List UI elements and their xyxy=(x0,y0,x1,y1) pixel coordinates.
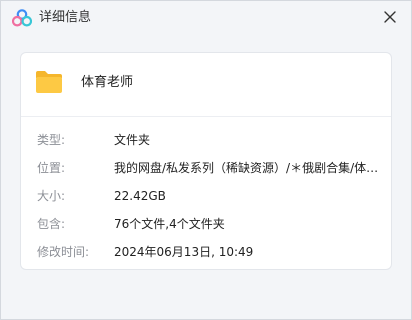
location-label: 位置: xyxy=(37,161,66,175)
folder-name: 体育老师 xyxy=(81,75,134,90)
modified-value: 2024年06月13日, 10:49 xyxy=(114,245,254,259)
info-row-contains: 包含: 76个文件,4个文件夹 xyxy=(21,215,391,235)
contains-label: 包含: xyxy=(37,217,66,231)
folder-icon xyxy=(36,71,62,93)
info-row-modified: 修改时间: 2024年06月13日, 10:49 xyxy=(21,243,391,263)
type-label: 类型: xyxy=(37,133,66,147)
size-value: 22.42GB xyxy=(114,189,166,203)
location-value[interactable]: 我的网盘/私发系列（稀缺资源）/＊俄剧合集/体育老师 xyxy=(114,159,384,177)
details-card: 体育老师 类型: 文件夹 位置: 我的网盘/私发系列（稀缺资源）/＊俄剧合集/体… xyxy=(20,52,392,270)
folder-header: 体育老师 xyxy=(21,53,391,115)
details-dialog: 详细信息 体育老师 类型: 文件夹 位置: 我的网盘/私发系列（稀缺资源）/＊俄… xyxy=(0,0,412,320)
title-bar: 详细信息 xyxy=(1,1,411,35)
info-row-location: 位置: 我的网盘/私发系列（稀缺资源）/＊俄剧合集/体育老师 xyxy=(21,159,391,179)
type-value: 文件夹 xyxy=(114,133,151,147)
app-logo-icon xyxy=(12,9,32,27)
close-icon[interactable] xyxy=(379,6,401,28)
contains-value: 76个文件,4个文件夹 xyxy=(114,217,225,231)
modified-label: 修改时间: xyxy=(37,245,90,259)
info-row-size: 大小: 22.42GB xyxy=(21,187,391,207)
divider xyxy=(21,116,391,117)
dialog-title: 详细信息 xyxy=(39,10,92,25)
info-row-type: 类型: 文件夹 xyxy=(21,131,391,151)
size-label: 大小: xyxy=(37,189,66,203)
